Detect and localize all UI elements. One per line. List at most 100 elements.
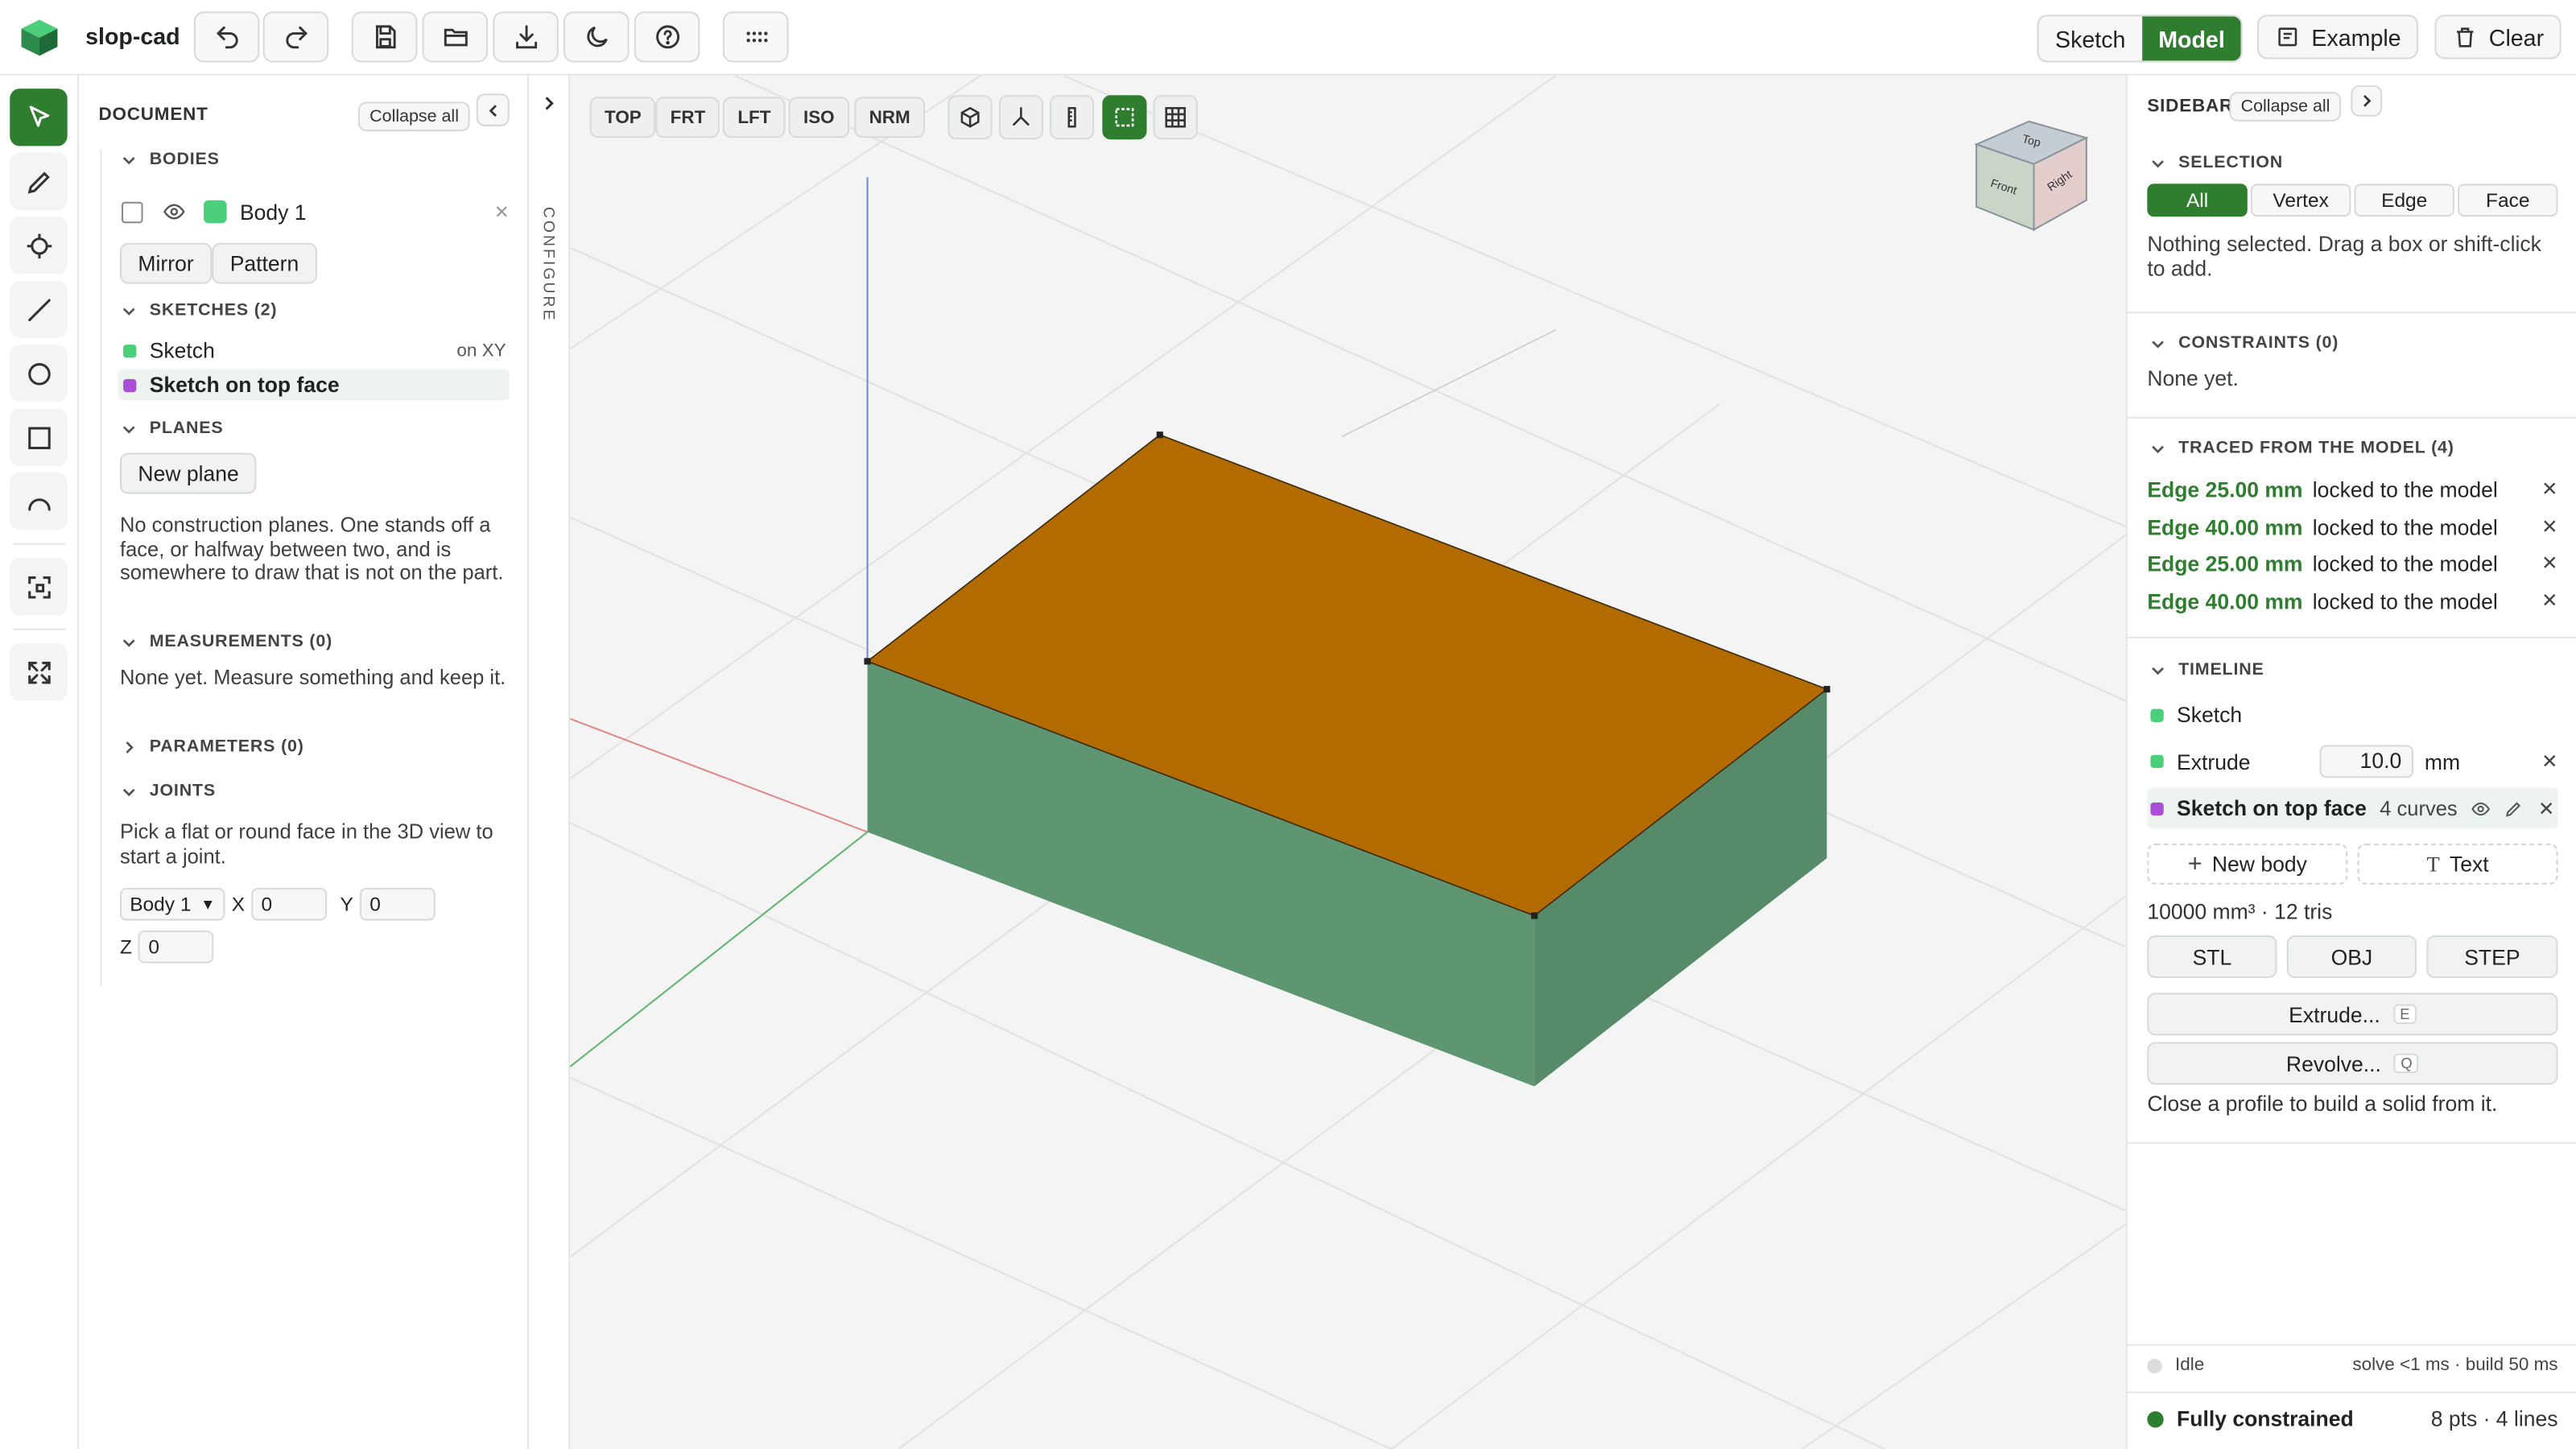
box-select-toggle[interactable] [1102, 95, 1147, 140]
redo-button[interactable] [262, 11, 329, 63]
traced-item[interactable]: Edge 40.00 mm locked to the model ✕ [2147, 589, 2557, 614]
close-icon[interactable]: ✕ [2541, 551, 2558, 576]
selection-header: SELECTION [2178, 152, 2284, 173]
view-normal-button[interactable]: NRM [854, 97, 926, 138]
eye-icon[interactable] [163, 200, 186, 224]
constraints-section-header[interactable]: CONSTRAINTS (0) [2150, 333, 2339, 353]
download-button[interactable] [493, 11, 559, 63]
configure-strip[interactable]: CONFIGURE [529, 75, 571, 1449]
sketch-list-item[interactable]: Sketch on XY [118, 335, 510, 366]
sketches-section-header[interactable]: SKETCHES (2) [122, 300, 277, 320]
tab-model[interactable]: Model [2141, 16, 2242, 61]
joint-y-input[interactable]: 0 [359, 887, 436, 921]
fit-view-tool[interactable] [10, 643, 68, 701]
sketch-list-item-selected[interactable]: Sketch on top face [118, 369, 510, 401]
pencil-icon[interactable] [2504, 799, 2523, 818]
axes-toggle[interactable] [998, 95, 1043, 140]
book-icon [2278, 27, 2297, 47]
filter-vertex[interactable]: Vertex [2250, 184, 2351, 217]
pencil-tool[interactable] [10, 152, 68, 210]
pattern-button[interactable]: Pattern [212, 242, 317, 284]
sidebar-collapse-all-button[interactable]: Collapse all [2229, 92, 2342, 122]
traced-item[interactable]: Edge 25.00 mm locked to the model ✕ [2147, 551, 2557, 576]
close-icon[interactable]: ✕ [2541, 515, 2558, 540]
filter-edge[interactable]: Edge [2354, 184, 2454, 217]
extrude-button[interactable]: Extrude... E [2147, 993, 2558, 1036]
extrude-distance-input[interactable]: 10.0 [2319, 745, 2413, 778]
grid-toggle[interactable] [1153, 95, 1198, 140]
bodies-section-header[interactable]: BODIES [122, 150, 220, 169]
collapse-panel-button[interactable] [476, 93, 510, 126]
measurements-section-header[interactable]: MEASUREMENTS (0) [122, 632, 332, 651]
3d-viewport[interactable]: TOP FRT LFT ISO NRM Top Front Right [570, 75, 2126, 1449]
open-button[interactable] [422, 11, 489, 63]
timeline-item-selected[interactable]: Sketch on top face 4 curves ✕ [2147, 787, 2558, 829]
new-plane-button[interactable]: New plane [119, 452, 258, 494]
view-iso-button[interactable]: ISO [788, 97, 849, 138]
document-panel: DOCUMENT Collapse all BODIES Body 1 ✕ Mi… [78, 75, 530, 1449]
mirror-button[interactable]: Mirror [119, 242, 213, 284]
close-icon[interactable]: ✕ [2541, 477, 2558, 502]
export-obj-button[interactable]: OBJ [2286, 935, 2417, 978]
traced-item[interactable]: Edge 25.00 mm locked to the model ✕ [2147, 477, 2557, 502]
undo-button[interactable] [193, 11, 260, 63]
save-button[interactable] [351, 11, 418, 63]
timeline-item[interactable]: Extrude 10.0 mm ✕ [2150, 745, 2558, 778]
filter-face[interactable]: Face [2458, 184, 2558, 217]
timeline-section-header[interactable]: TIMELINE [2150, 659, 2264, 679]
text-button[interactable]: T Text [2357, 843, 2558, 885]
apps-menu-button[interactable] [722, 11, 789, 63]
body-checkbox[interactable] [122, 200, 143, 223]
select-tool[interactable] [10, 89, 68, 147]
circle-tool[interactable] [10, 345, 68, 402]
help-button[interactable] [634, 11, 700, 63]
clear-button[interactable]: Clear [2434, 14, 2562, 60]
profile-hint: Close a profile to build a solid from it… [2147, 1091, 2498, 1117]
parameters-section-header[interactable]: PARAMETERS (0) [122, 737, 304, 757]
sketches-header: SKETCHES (2) [149, 300, 278, 320]
divider [2127, 1344, 2576, 1346]
example-button[interactable]: Example [2257, 14, 2420, 60]
planes-section-header[interactable]: PLANES [122, 419, 224, 438]
traced-item[interactable]: Edge 40.00 mm locked to the model ✕ [2147, 515, 2557, 540]
close-icon[interactable]: ✕ [494, 201, 516, 222]
export-stl-button[interactable]: STL [2147, 935, 2277, 978]
chevron-right-icon[interactable] [540, 95, 556, 111]
box-select-tool[interactable] [10, 558, 68, 616]
dark-mode-button[interactable] [563, 11, 630, 63]
joint-z-input[interactable]: 0 [138, 930, 215, 964]
joints-section-header[interactable]: JOINTS [122, 781, 216, 801]
export-step-button[interactable]: STEP [2426, 935, 2558, 978]
arc-tool[interactable] [10, 473, 68, 530]
filter-all[interactable]: All [2147, 184, 2248, 217]
close-icon[interactable]: ✕ [2538, 797, 2558, 820]
close-icon[interactable]: ✕ [2541, 589, 2558, 614]
line-tool[interactable] [10, 280, 68, 338]
wireframe-toggle[interactable] [947, 95, 993, 140]
point-tool[interactable] [10, 217, 68, 275]
sketch-color-dot [123, 344, 137, 357]
timeline-item[interactable]: Sketch [2150, 702, 2242, 727]
close-icon[interactable]: ✕ [2541, 750, 2558, 774]
revolve-button[interactable]: Revolve... Q [2147, 1042, 2558, 1085]
view-top-button[interactable]: TOP [589, 97, 657, 138]
sidebar-toggle-button[interactable] [2351, 85, 2383, 117]
view-cube[interactable]: Top Front Right [1968, 98, 2093, 236]
traced-section-header[interactable]: TRACED FROM THE MODEL (4) [2150, 438, 2454, 458]
timeline-item-detail: 4 curves [2380, 796, 2458, 820]
tab-sketch[interactable]: Sketch [2039, 16, 2142, 60]
view-front-button[interactable]: FRT [655, 97, 720, 138]
new-body-button[interactable]: + New body [2147, 843, 2348, 885]
joint-x-input[interactable]: 0 [251, 887, 328, 921]
scene-canvas[interactable] [570, 75, 2126, 1449]
view-left-button[interactable]: LFT [722, 97, 786, 138]
document-collapse-all-button[interactable]: Collapse all [357, 101, 471, 132]
eye-icon[interactable] [2471, 799, 2490, 818]
axes-icon [1013, 107, 1030, 126]
body-row[interactable]: Body 1 ✕ [122, 194, 516, 230]
selection-section-header[interactable]: SELECTION [2150, 153, 2283, 172]
measure-toggle[interactable] [1050, 95, 1095, 140]
body-color-swatch[interactable] [204, 200, 227, 224]
rectangle-tool[interactable] [10, 408, 68, 466]
joint-body-select[interactable]: Body 1 ▼ [119, 887, 225, 921]
